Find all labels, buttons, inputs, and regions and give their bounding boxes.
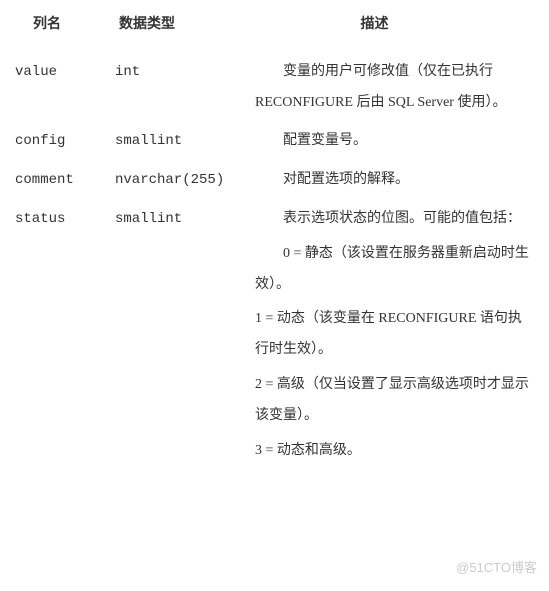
status-detail-item: 0 = 静态（该设置在服务器重新启动时生效）。 xyxy=(255,239,534,301)
header-description: 描述 xyxy=(255,10,534,41)
table-row: value int 变量的用户可修改值（仅在已执行 RECONFIGURE 后由… xyxy=(15,57,534,119)
column-name-cell: status xyxy=(15,204,115,235)
column-name-cell: value xyxy=(15,57,115,88)
data-type-cell: smallint xyxy=(115,126,255,157)
table-header-row: 列名 数据类型 描述 xyxy=(15,10,534,41)
header-column-name: 列名 xyxy=(15,10,115,41)
description-cell: 配置变量号。 xyxy=(255,126,534,157)
description-cell: 对配置选项的解释。 xyxy=(255,165,534,196)
status-detail-text: 0 = 静态（该设置在服务器重新启动时生效）。 xyxy=(255,239,534,301)
column-name-cell: comment xyxy=(15,165,115,196)
data-type-cell: nvarchar(255) xyxy=(115,165,255,196)
status-detail-text: 1 = 动态（该变量在 RECONFIGURE 语句执行时生效）。 xyxy=(255,304,534,366)
doc-table: 列名 数据类型 描述 value int 变量的用户可修改值（仅在已执行 REC… xyxy=(15,10,534,466)
description-text: 表示选项状态的位图。可能的值包括： xyxy=(255,204,534,235)
status-detail-text: 2 = 高级（仅当设置了显示高级选项时才显示该变量）。 xyxy=(255,370,534,432)
data-type-cell: smallint xyxy=(115,204,255,235)
table-row: comment nvarchar(255) 对配置选项的解释。 xyxy=(15,165,534,196)
table-row: status smallint 表示选项状态的位图。可能的值包括： 0 = 静态… xyxy=(15,204,534,466)
status-detail-text: 3 = 动态和高级。 xyxy=(255,436,534,467)
watermark: @51CTO博客 xyxy=(456,554,537,583)
status-detail-item: 2 = 高级（仅当设置了显示高级选项时才显示该变量）。 xyxy=(255,370,534,432)
description-cell: 表示选项状态的位图。可能的值包括： 0 = 静态（该设置在服务器重新启动时生效）… xyxy=(255,204,534,466)
data-type-cell: int xyxy=(115,57,255,88)
header-data-type: 数据类型 xyxy=(115,10,255,41)
description-cell: 变量的用户可修改值（仅在已执行 RECONFIGURE 后由 SQL Serve… xyxy=(255,57,534,119)
status-detail-item: 3 = 动态和高级。 xyxy=(255,436,534,467)
status-detail-item: 1 = 动态（该变量在 RECONFIGURE 语句执行时生效）。 xyxy=(255,304,534,366)
column-name-cell: config xyxy=(15,126,115,157)
table-row: config smallint 配置变量号。 xyxy=(15,126,534,157)
